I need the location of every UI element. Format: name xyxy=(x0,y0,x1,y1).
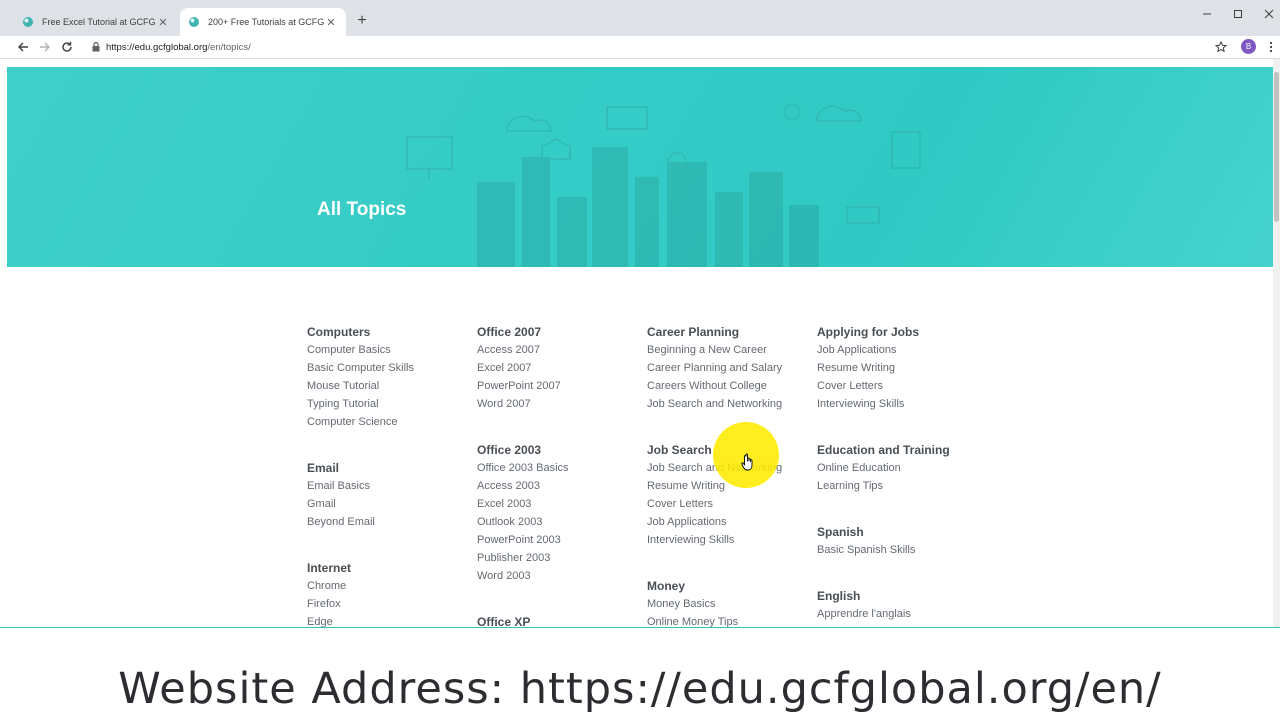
website-address-caption: Website Address: https://edu.gcfglobal.o… xyxy=(118,664,1162,714)
topic-link[interactable]: PowerPoint 2007 xyxy=(477,377,561,395)
topic-group-english: English Apprendre l'anglais xyxy=(817,587,911,623)
group-heading[interactable]: Email xyxy=(307,459,375,477)
topic-group-computers: Computers Computer Basics Basic Computer… xyxy=(307,323,414,431)
topic-link[interactable]: Access 2007 xyxy=(477,341,561,359)
hand-pointer-icon xyxy=(741,453,753,471)
topic-link[interactable]: Careers Without College xyxy=(647,377,782,395)
topic-group-office-2007: Office 2007 Access 2007 Excel 2007 Power… xyxy=(477,323,561,413)
topic-link[interactable]: PowerPoint 2003 xyxy=(477,531,569,549)
screen: Free Excel Tutorial at GCFGlobal ✕ 200+ … xyxy=(0,0,1280,720)
topic-link[interactable]: Career Planning and Salary xyxy=(647,359,782,377)
bookmark-star-icon[interactable] xyxy=(1212,38,1230,56)
topic-link[interactable]: Resume Writing xyxy=(817,359,919,377)
topic-link[interactable]: Beginning a New Career xyxy=(647,341,782,359)
topic-group-applying-for-jobs: Applying for Jobs Job Applications Resum… xyxy=(817,323,919,413)
address-bar[interactable]: https://edu.gcfglobal.org/en/topics/ xyxy=(84,37,1234,57)
topic-group-education-and-training: Education and Training Online Education … xyxy=(817,441,950,495)
topic-link[interactable]: Basic Computer Skills xyxy=(307,359,414,377)
group-heading[interactable]: Office 2007 xyxy=(477,323,561,341)
page-title: All Topics xyxy=(317,199,407,220)
minimize-icon[interactable] xyxy=(1192,6,1222,22)
topic-group-office-2003: Office 2003 Office 2003 Basics Access 20… xyxy=(477,441,569,585)
group-heading[interactable]: Office 2003 xyxy=(477,441,569,459)
topic-link[interactable]: Office 2003 Basics xyxy=(477,459,569,477)
topic-link[interactable]: Mouse Tutorial xyxy=(307,377,414,395)
topic-link[interactable]: Job Applications xyxy=(647,513,782,531)
topic-link[interactable]: Cover Letters xyxy=(817,377,919,395)
topic-link[interactable]: Outlook 2003 xyxy=(477,513,569,531)
topic-group-money: Money Money Basics Online Money Tips xyxy=(647,577,738,627)
close-tab-icon[interactable]: ✕ xyxy=(156,16,170,29)
tab-bar: Free Excel Tutorial at GCFGlobal ✕ 200+ … xyxy=(0,0,1280,36)
tab-title: 200+ Free Tutorials at GCFGlobal xyxy=(208,17,324,27)
topic-link[interactable]: Online Money Tips xyxy=(647,613,738,627)
lock-icon xyxy=(90,41,102,53)
topic-link[interactable]: Job Applications xyxy=(817,341,919,359)
group-heading[interactable]: Education and Training xyxy=(817,441,950,459)
topic-link[interactable]: Basic Spanish Skills xyxy=(817,541,915,559)
city-skyline-illustration xyxy=(406,103,921,267)
topic-link[interactable]: Chrome xyxy=(307,577,351,595)
tab-excel-tutorial[interactable]: Free Excel Tutorial at GCFGlobal ✕ xyxy=(14,8,178,36)
topic-group-email: Email Email Basics Gmail Beyond Email xyxy=(307,459,375,531)
topic-link[interactable]: Gmail xyxy=(307,495,375,513)
topic-link[interactable]: Apprendre l'anglais xyxy=(817,605,911,623)
topic-group-office-xp: Office XP xyxy=(477,613,530,627)
topic-link[interactable]: Excel 2003 xyxy=(477,495,569,513)
topic-link[interactable]: Online Education xyxy=(817,459,950,477)
group-heading[interactable]: Spanish xyxy=(817,523,915,541)
reload-icon[interactable] xyxy=(58,38,76,56)
group-heading[interactable]: Applying for Jobs xyxy=(817,323,919,341)
topic-link[interactable]: Email Basics xyxy=(307,477,375,495)
topic-link[interactable]: Edge xyxy=(307,613,351,627)
group-heading[interactable]: Internet xyxy=(307,559,351,577)
scrollbar-thumb[interactable] xyxy=(1274,72,1279,222)
gcf-favicon-icon xyxy=(189,17,199,27)
topic-link[interactable]: Typing Tutorial xyxy=(307,395,414,413)
topic-group-spanish: Spanish Basic Spanish Skills xyxy=(817,523,915,559)
topic-group-career-planning: Career Planning Beginning a New Career C… xyxy=(647,323,782,413)
url-path: /en/topics/ xyxy=(207,41,251,53)
new-tab-button[interactable]: + xyxy=(352,12,372,32)
group-heading[interactable]: Office XP xyxy=(477,613,530,627)
topic-link[interactable]: Interviewing Skills xyxy=(817,395,919,413)
topic-link[interactable]: Publisher 2003 xyxy=(477,549,569,567)
tab-all-tutorials[interactable]: 200+ Free Tutorials at GCFGlobal ✕ xyxy=(180,8,346,36)
topic-link[interactable]: Beyond Email xyxy=(307,513,375,531)
topic-link[interactable]: Excel 2007 xyxy=(477,359,561,377)
gcf-favicon-icon xyxy=(23,17,33,27)
profile-avatar[interactable]: B xyxy=(1241,39,1256,54)
web-page: All Topics Computers Computer Basics Bas… xyxy=(7,59,1273,627)
topic-link[interactable]: Learning Tips xyxy=(817,477,950,495)
group-heading[interactable]: English xyxy=(817,587,911,605)
topic-link[interactable]: Computer Science xyxy=(307,413,414,431)
url-host: https://edu.gcfglobal.org xyxy=(106,41,208,53)
group-heading[interactable]: Money xyxy=(647,577,738,595)
close-tab-icon[interactable]: ✕ xyxy=(324,16,338,29)
caption-divider xyxy=(0,627,1280,628)
topic-link[interactable]: Word 2003 xyxy=(477,567,569,585)
topic-link[interactable]: Cover Letters xyxy=(647,495,782,513)
topic-link[interactable]: Word 2007 xyxy=(477,395,561,413)
tab-title: Free Excel Tutorial at GCFGlobal xyxy=(42,17,156,27)
hero-banner: All Topics xyxy=(7,67,1273,267)
topic-link[interactable]: Money Basics xyxy=(647,595,738,613)
forward-arrow-icon[interactable] xyxy=(36,38,54,56)
group-heading[interactable]: Career Planning xyxy=(647,323,782,341)
topic-group-internet: Internet Chrome Firefox Edge xyxy=(307,559,351,627)
topic-link[interactable]: Interviewing Skills xyxy=(647,531,782,549)
maximize-icon[interactable] xyxy=(1223,6,1253,22)
more-menu-icon[interactable] xyxy=(1264,38,1278,56)
browser-toolbar: https://edu.gcfglobal.org/en/topics/ B xyxy=(0,36,1280,58)
topic-link[interactable]: Firefox xyxy=(307,595,351,613)
topic-link[interactable]: Job Search and Networking xyxy=(647,395,782,413)
url-text: https://edu.gcfglobal.org/en/topics/ xyxy=(106,42,251,53)
group-heading[interactable]: Computers xyxy=(307,323,414,341)
topic-link[interactable]: Computer Basics xyxy=(307,341,414,359)
window-close-icon[interactable] xyxy=(1254,6,1280,22)
back-arrow-icon[interactable] xyxy=(14,38,32,56)
topic-link[interactable]: Access 2003 xyxy=(477,477,569,495)
